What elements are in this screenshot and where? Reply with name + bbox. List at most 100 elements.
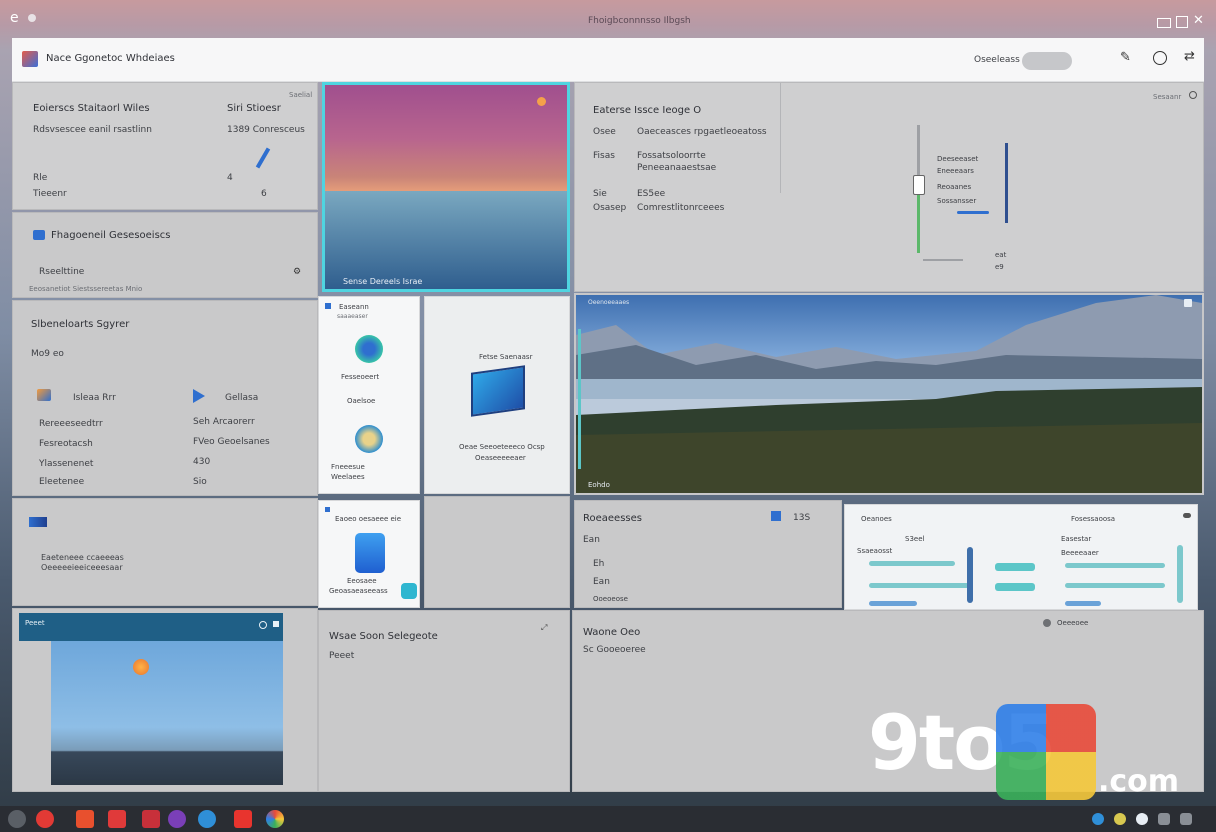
viewer-header: Oeenoeeaaes [588,299,630,306]
apps-mid1: Fesseoeert [341,373,380,381]
start-icon[interactable] [8,810,26,828]
status-toggle[interactable] [1022,52,1072,70]
network-row: Oeeeeeieeiceeesaar [41,563,123,572]
summary-row-value: 6 [261,189,267,199]
mini-label: Deeseeaset [937,155,979,163]
devices-c1: Eeosaee [347,577,377,585]
apps-foot1: Fneeesue [331,463,365,471]
panel-network: Eaeteneee ccaeeeas Oeeeeeieeiceeesaar [12,498,318,606]
close-icon[interactable]: ✕ [1193,13,1204,28]
selection-expand-icon[interactable]: ⤢ [541,623,547,633]
panel-summary-desc: Rdsvsescee eanil rsastlinn [33,125,152,135]
weather-header: Peeet [19,613,283,641]
panel-summary-right-title: Siri Stioesr [227,103,281,114]
app-icon[interactable] [108,810,126,828]
featured-wallpaper-card[interactable]: Sense Dereels Israe [322,82,570,292]
maximize-icon[interactable] [1176,16,1188,28]
tray-icon[interactable] [1114,813,1126,825]
app-circle-icon[interactable] [355,335,383,363]
details-corner: Sesaanr [1153,93,1182,101]
sun-icon [133,659,149,675]
tray-icon[interactable] [1180,813,1192,825]
details-value: Comrestlitonrceees [637,203,725,213]
taskbar [0,806,1216,832]
os-title-bar: e Fhoigbconnnsso Ilbgsh ✕ [0,0,1216,38]
os-window-title: Fhoigbconnnsso Ilbgsh [588,16,691,26]
details-key: Fisas [593,151,615,161]
storage-left-row: Ylassenenet [39,459,94,469]
apps-icon [325,303,331,309]
panel-summary-title: Eoierscs Staitaorl Wiles [33,103,150,114]
mixer-slider[interactable] [1065,563,1165,568]
panel-summary: Eoierscs Staitaorl Wiles Siri Stioesr Sa… [12,82,318,210]
panel-recent: Roeaeesses 13S Ean Eh Ean Ooeoeose [574,500,842,608]
components-footer: Eeosanetiot Siestssereetas Mnio [29,285,143,293]
storage-left-row: Eleetenee [39,477,85,487]
os-menu-icon[interactable]: e [10,10,19,26]
notes-title: Waone Oeo [583,627,641,638]
apps-mid2: Oaelsoe [347,397,376,405]
mini-label: Reoaanes [937,183,972,191]
apps-title: Easeann [339,303,369,311]
weather-image [51,641,283,785]
app-icon[interactable] [142,810,160,828]
panel-weather: Peeet [12,608,318,792]
tray-icon[interactable] [1158,813,1170,825]
edit-icon[interactable]: ✎ [1120,50,1131,65]
mixer-slider[interactable] [869,601,917,606]
mixer-slider[interactable] [1065,583,1165,588]
swap-icon[interactable]: ⇄ [1184,49,1195,64]
tray-icon[interactable] [1136,813,1148,825]
panel-devices: Eaoeo oesaeee eie Eeosaee Geoasaeaseeass [318,500,420,608]
mixer-fader[interactable] [967,547,973,603]
notes-sub: Sc Gooeoeree [583,645,646,655]
app-icon[interactable] [198,810,216,828]
details-value: Peneeanaaestsae [637,163,717,173]
app-round-icon[interactable] [355,425,383,453]
mini-label: eat [995,251,1007,259]
mixer-slider[interactable] [869,561,955,566]
notes-avatar-icon [1043,619,1051,627]
mixer-menu-icon[interactable] [1183,513,1191,518]
mixer-slider[interactable] [869,583,969,588]
app-icon[interactable] [168,810,186,828]
browser-icon[interactable] [266,810,284,828]
details-key: Osasep [593,203,627,213]
network-icon [29,517,47,527]
weather-search-icon[interactable] [259,621,267,629]
panel-apps: Easeann saaaeaser Fesseoeert Oaelsoe Fne… [318,296,420,494]
sync-icon[interactable] [401,583,417,599]
weather-menu-icon[interactable] [273,621,279,627]
expand-icon[interactable] [1184,299,1192,307]
mixer-fader[interactable] [1177,545,1183,603]
level-handle[interactable] [913,175,925,195]
storage-left-row: Fesreotacsh [39,439,93,449]
vertical-level [917,193,920,253]
storage-right-row: Sio [193,477,207,487]
panel-details: Eaterse Issce Ieoge O Osee Oaeceasces rp… [574,82,1204,292]
details-value: ES5ee [637,189,666,199]
minimize-icon[interactable] [1157,18,1171,28]
watermark-domain: .com [1098,764,1180,799]
summary-row-label: Tieeenr [33,189,67,199]
app-icon[interactable] [76,810,94,828]
mixer-slider[interactable] [1065,601,1101,606]
storage-left-row: Rereeeseedtrr [39,419,103,429]
app-icon[interactable] [36,810,54,828]
recent-title: Roeaeesses [583,513,642,524]
app-title: Nace Ggonetoc Whdeiaes [46,53,175,64]
settings-icon[interactable]: ⚙ [293,267,301,277]
panel-package: Fetse Saenaasr Oeae Seeoeteeeco Ocsp Oea… [424,296,570,494]
app-logo-icon [22,51,38,67]
tray-icon[interactable] [1092,813,1104,825]
os-dot-icon[interactable] [28,14,36,22]
phone-icon[interactable] [355,533,385,573]
summary-row-value: 4 [227,173,233,183]
info-icon[interactable] [1189,91,1197,99]
account-icon[interactable] [1153,51,1167,65]
landscape-viewer[interactable]: Oeenoeeaaes Eohdo [574,293,1204,495]
mini-label: e9 [995,263,1004,271]
viewer-scroll-indicator[interactable] [578,329,581,469]
app-icon[interactable] [234,810,252,828]
photos-icon [37,389,51,401]
